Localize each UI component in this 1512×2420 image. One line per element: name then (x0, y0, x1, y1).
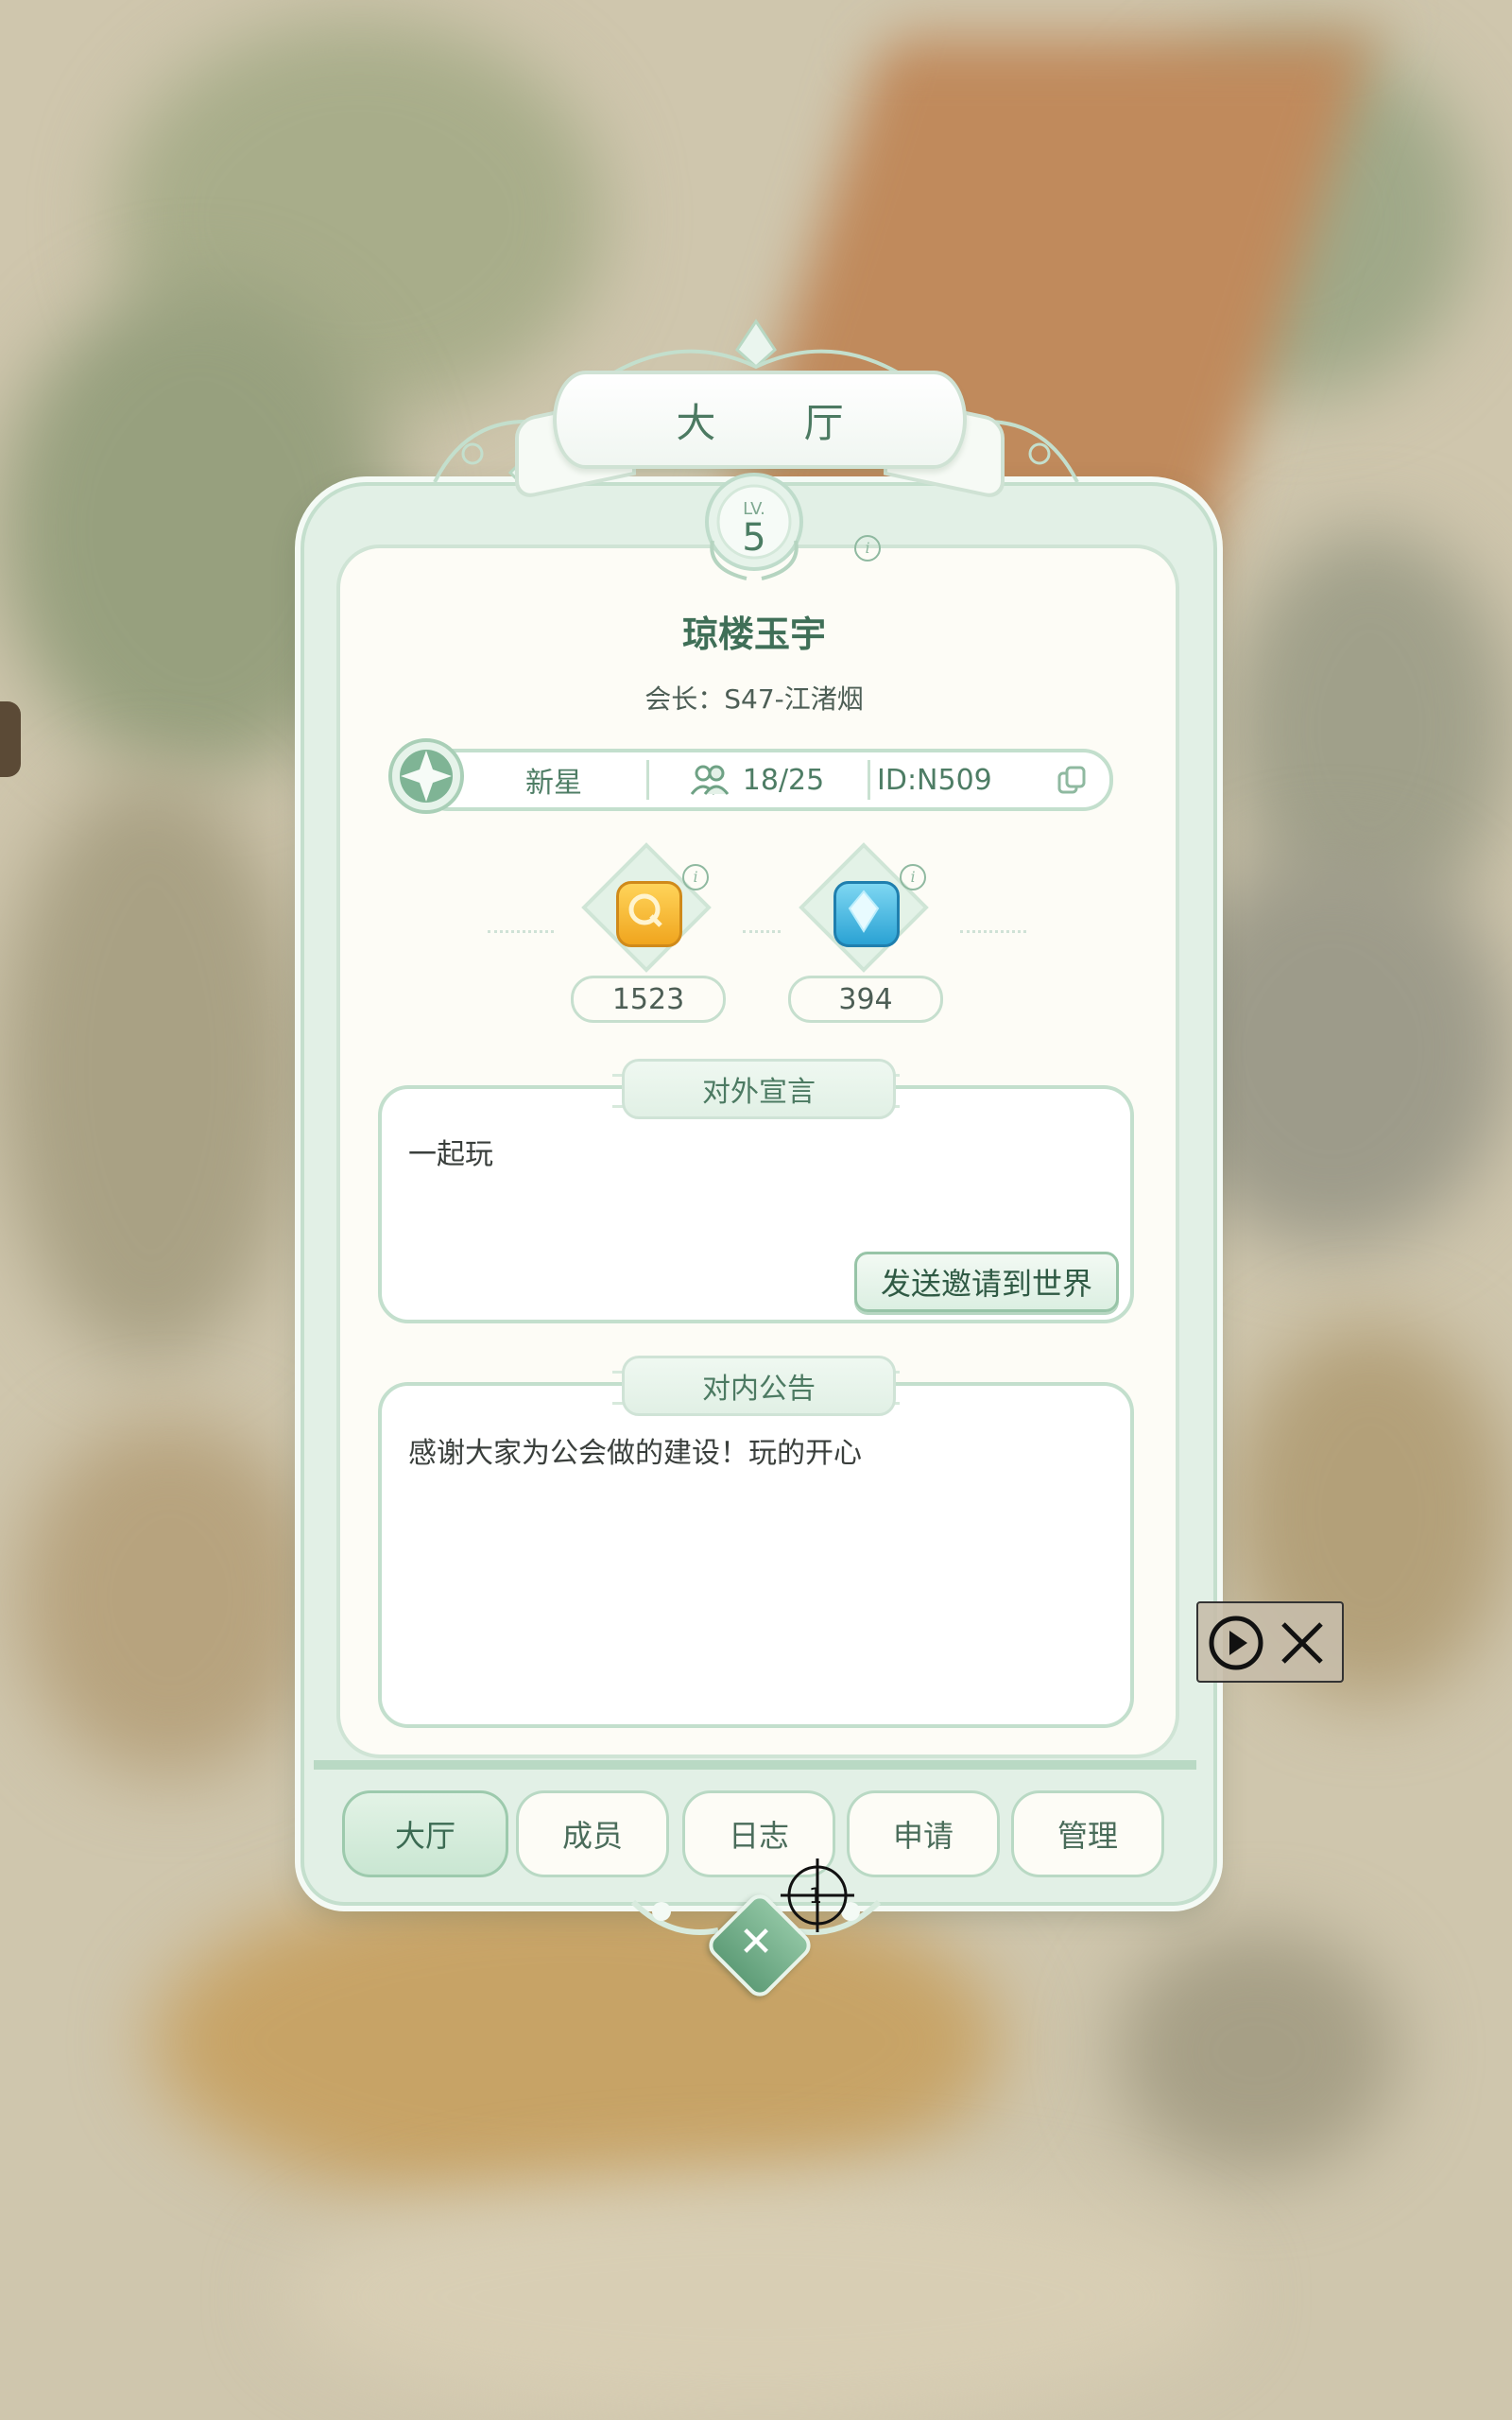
gem-value: 394 (788, 976, 943, 1023)
resource-gem: i 394 (779, 841, 949, 1023)
members-icon (690, 765, 729, 795)
play-icon[interactable] (1208, 1615, 1264, 1671)
level-number: 5 (742, 516, 766, 560)
copy-id-button[interactable] (1053, 752, 1091, 807)
resource-gold: i 1523 (561, 841, 731, 1023)
title-ribbon: 大 厅 (553, 371, 967, 469)
notice-header: 对内公告 (622, 1356, 896, 1416)
blue-gem-icon (833, 881, 900, 947)
ad-close-icon[interactable] (1278, 1618, 1327, 1668)
gold-coin-icon (616, 881, 682, 947)
member-count: 18/25 (742, 763, 825, 797)
level-info-icon[interactable]: i (854, 535, 881, 562)
tab-manage[interactable]: 管理 (1011, 1790, 1164, 1877)
gem-info-icon[interactable]: i (900, 864, 926, 890)
rank-star-icon (388, 738, 464, 814)
gold-value: 1523 (571, 976, 726, 1023)
guild-level-badge: LV. 5 (690, 465, 818, 586)
guild-rank: 新星 (525, 767, 582, 800)
send-invite-button[interactable]: 发送邀请到世界 (854, 1252, 1119, 1312)
page-title: 大 厅 (676, 399, 882, 446)
tab-applications[interactable]: 申请 (847, 1790, 1000, 1877)
member-count-group: 18/25 (658, 752, 856, 807)
crosshair-label: 1 (809, 1885, 822, 1909)
guild-id: ID:N509 (877, 763, 992, 797)
notice-text[interactable]: 感谢大家为公会做的建设！玩的开心 (408, 1429, 862, 1471)
copy-icon (1057, 766, 1086, 794)
declaration-text[interactable]: 一起玩 (408, 1131, 493, 1172)
tab-members[interactable]: 成员 (516, 1790, 669, 1877)
guild-leader: 会长：S47-江渚烟 (644, 683, 864, 715)
guild-info-bar: 新星 18/25 ID:N509 (418, 749, 1113, 811)
side-expand-handle[interactable] (0, 701, 21, 777)
ad-overlay (1196, 1601, 1344, 1683)
tab-hall[interactable]: 大厅 (342, 1790, 508, 1877)
guild-name: 琼楼玉宇 (681, 614, 826, 655)
declaration-header: 对外宣言 (622, 1059, 896, 1119)
tabbar-divider (314, 1760, 1196, 1770)
gold-info-icon[interactable]: i (682, 864, 709, 890)
